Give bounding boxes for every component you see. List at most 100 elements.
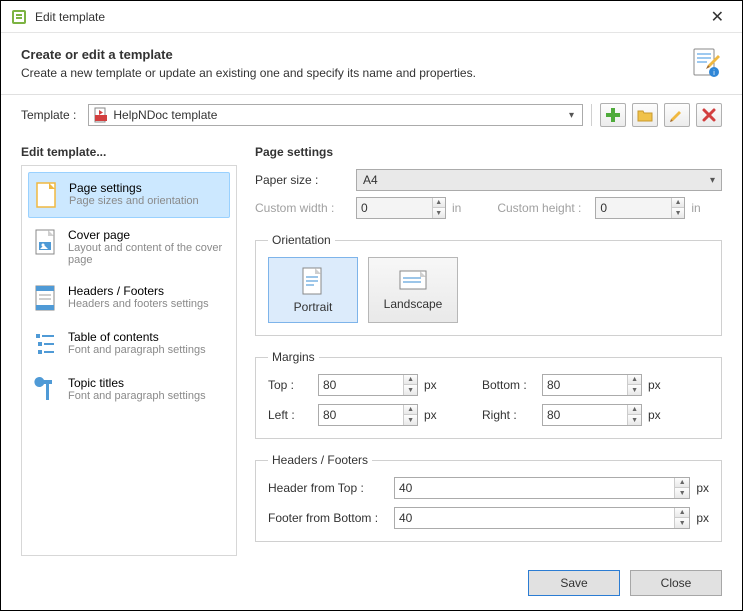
custom-height-value: [596, 201, 671, 215]
sidebar-item-label: Topic titles: [68, 376, 206, 390]
header-from-top-value[interactable]: [395, 481, 674, 495]
add-template-button[interactable]: [600, 103, 626, 127]
save-button[interactable]: Save: [528, 570, 620, 596]
portrait-label: Portrait: [294, 300, 333, 314]
chevron-down-icon: ▾: [565, 110, 578, 121]
custom-width-unit: in: [452, 201, 461, 215]
header-from-top-input[interactable]: ▲▼: [394, 477, 690, 499]
close-icon[interactable]: ✕: [703, 3, 732, 31]
margin-left-input[interactable]: ▲▼: [318, 404, 418, 426]
margins-legend: Margins: [268, 350, 319, 364]
spinner-down-icon[interactable]: ▼: [404, 415, 417, 425]
template-toolbar: Template : HelpNDoc template ▾: [1, 95, 742, 135]
toc-icon: [34, 330, 58, 358]
margin-bottom-input[interactable]: ▲▼: [542, 374, 642, 396]
sidebar-item-topic-titles[interactable]: Topic titles Font and paragraph settings: [28, 368, 230, 412]
footer-from-bottom-input[interactable]: ▲▼: [394, 507, 690, 529]
window-title: Edit template: [35, 10, 703, 24]
orientation-portrait[interactable]: Portrait: [268, 257, 358, 323]
paper-size-label: Paper size :: [255, 173, 350, 187]
open-template-button[interactable]: [632, 103, 658, 127]
spinner-up-icon[interactable]: ▲: [675, 478, 689, 488]
template-value: HelpNDoc template: [113, 108, 565, 122]
folder-icon: [637, 107, 653, 123]
margin-top-unit: px: [424, 378, 446, 392]
spinner-up-icon[interactable]: ▲: [404, 375, 417, 385]
close-button[interactable]: Close: [630, 570, 722, 596]
edit-doc-icon: i: [690, 47, 722, 79]
margins-group: Margins Top : ▲▼ px Bottom : ▲▼ px: [255, 350, 722, 439]
delete-template-button[interactable]: [696, 103, 722, 127]
footer: Save Close: [1, 562, 742, 610]
page-icon: [35, 181, 59, 209]
header: Create or edit a template Create a new t…: [1, 33, 742, 95]
margin-top-value[interactable]: [319, 378, 403, 392]
sidebar-item-page-settings[interactable]: Page settings Page sizes and orientation: [28, 172, 230, 218]
cover-page-icon: [34, 228, 58, 256]
headers-footers-icon: [34, 284, 58, 312]
spinner-up-icon[interactable]: ▲: [404, 405, 417, 415]
spinner-up-icon: ▲: [433, 198, 445, 208]
spinner-down-icon[interactable]: ▼: [675, 488, 689, 498]
custom-width-label: Custom width :: [255, 201, 350, 215]
spinner-up-icon: ▲: [672, 198, 684, 208]
sidebar-panel: Page settings Page sizes and orientation…: [21, 165, 237, 556]
spinner-down-icon[interactable]: ▼: [404, 385, 417, 395]
hf-legend: Headers / Footers: [268, 453, 372, 467]
sidebar-item-label: Page settings: [69, 181, 199, 195]
spinner-down-icon[interactable]: ▼: [628, 385, 641, 395]
sidebar-item-headers-footers[interactable]: Headers / Footers Headers and footers se…: [28, 276, 230, 320]
sidebar-item-label: Cover page: [68, 228, 224, 242]
sidebar-item-toc[interactable]: Table of contents Font and paragraph set…: [28, 322, 230, 366]
sidebar-item-sub: Page sizes and orientation: [69, 195, 199, 207]
sidebar-item-cover-page[interactable]: Cover page Layout and content of the cov…: [28, 220, 230, 274]
sidebar-title: Edit template...: [21, 145, 237, 159]
sidebar-item-sub: Font and paragraph settings: [68, 344, 206, 356]
margin-top-input[interactable]: ▲▼: [318, 374, 418, 396]
orientation-landscape[interactable]: Landscape: [368, 257, 458, 323]
margin-right-input[interactable]: ▲▼: [542, 404, 642, 426]
app-icon: [11, 9, 27, 25]
margin-left-unit: px: [424, 408, 446, 422]
spinner-up-icon[interactable]: ▲: [675, 508, 689, 518]
header-from-top-label: Header from Top :: [268, 481, 388, 495]
footer-from-bottom-label: Footer from Bottom :: [268, 511, 388, 525]
sidebar-item-sub: Font and paragraph settings: [68, 390, 206, 402]
footer-from-bottom-unit: px: [696, 511, 709, 525]
plus-icon: [605, 107, 621, 123]
edit-template-window: Edit template ✕ Create or edit a templat…: [0, 0, 743, 611]
template-combobox[interactable]: HelpNDoc template ▾: [88, 104, 583, 126]
custom-width-value: [357, 201, 432, 215]
header-from-top-unit: px: [696, 481, 709, 495]
separator: [591, 104, 592, 126]
custom-height-input: ▲▼: [595, 197, 685, 219]
main-panel: Page settings Paper size : A4 ▾ Custom w…: [255, 145, 722, 556]
template-label: Template :: [21, 108, 76, 122]
pencil-icon: [669, 107, 685, 123]
pilcrow-icon: [34, 376, 58, 404]
spinner-up-icon[interactable]: ▲: [628, 375, 641, 385]
margin-bottom-label: Bottom :: [482, 378, 536, 392]
header-subtitle: Create a new template or update an exist…: [21, 66, 680, 80]
header-title: Create or edit a template: [21, 47, 680, 62]
sidebar-item-sub: Layout and content of the cover page: [68, 242, 224, 266]
paper-size-select[interactable]: A4 ▾: [356, 169, 722, 191]
margin-bottom-value[interactable]: [543, 378, 627, 392]
custom-height-unit: in: [691, 201, 700, 215]
spinner-down-icon[interactable]: ▼: [675, 518, 689, 528]
footer-from-bottom-value[interactable]: [395, 511, 674, 525]
landscape-label: Landscape: [384, 297, 443, 311]
custom-width-input: ▲▼: [356, 197, 446, 219]
margin-top-label: Top :: [268, 378, 312, 392]
margin-right-label: Right :: [482, 408, 536, 422]
spinner-down-icon[interactable]: ▼: [628, 415, 641, 425]
spinner-up-icon[interactable]: ▲: [628, 405, 641, 415]
margin-left-value[interactable]: [319, 408, 403, 422]
sidebar: Edit template... Page settings Page size…: [21, 145, 237, 556]
margin-right-value[interactable]: [543, 408, 627, 422]
edit-template-button[interactable]: [664, 103, 690, 127]
spinner-down-icon: ▼: [672, 208, 684, 218]
page-title: Page settings: [255, 145, 722, 159]
chevron-down-icon: ▾: [710, 175, 715, 186]
titlebar: Edit template ✕: [1, 1, 742, 33]
